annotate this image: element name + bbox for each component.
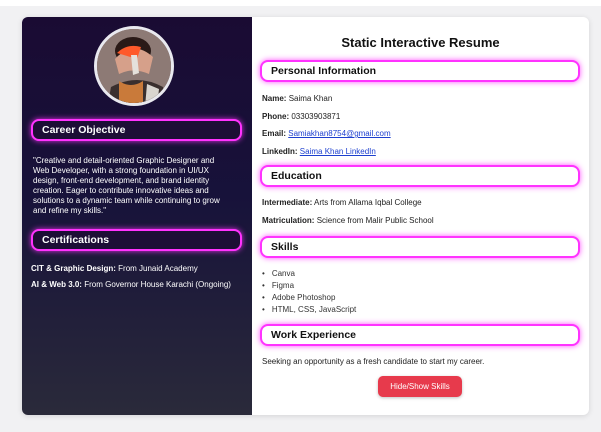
work-experience-text: Seeking an opportunity as a fresh candid… (262, 357, 485, 366)
career-objective-heading: Career Objective (31, 119, 242, 141)
skill-item: Figma (262, 280, 356, 292)
intermediate-row: Intermediate: Arts from Allama Iqbal Col… (262, 198, 422, 207)
intermediate-value: Arts from Allama Iqbal College (314, 198, 422, 207)
skills-list: Canva Figma Adobe Photoshop HTML, CSS, J… (262, 268, 356, 316)
name-value: Saima Khan (288, 94, 333, 103)
name-label: Name: (262, 94, 287, 103)
main-content: Static Interactive Resume Personal Infor… (252, 17, 589, 415)
phone-row: Phone: 03303903871 (262, 112, 340, 121)
skills-heading: Skills (260, 236, 580, 258)
certifications-heading: Certifications (31, 229, 242, 251)
resume-card: Career Objective "Creative and detail-or… (22, 17, 589, 415)
profile-photo-image (97, 29, 171, 103)
career-objective-line: Web Developer, with a strong foundation … (33, 166, 209, 175)
certification-item: AI & Web 3.0: From Governor House Karach… (31, 280, 249, 290)
work-experience-title: Work Experience (271, 329, 357, 341)
career-objective-line: and refine my skills." (33, 206, 107, 215)
hide-show-skills-button[interactable]: Hide/Show Skills (378, 376, 462, 397)
personal-information-heading: Personal Information (260, 60, 580, 82)
phone-value: 03303903871 (291, 112, 341, 121)
email-label: Email: (262, 129, 287, 138)
education-heading: Education (260, 165, 580, 187)
skill-item: Canva (262, 268, 356, 280)
phone-label: Phone: (262, 112, 290, 121)
career-objective-line: design, front-end development, and brand… (33, 176, 210, 185)
certification-label: AI & Web 3.0: (31, 280, 82, 289)
education-title: Education (271, 170, 322, 182)
skill-item: HTML, CSS, JavaScript (262, 304, 356, 316)
career-objective-title: Career Objective (42, 124, 126, 136)
skills-title: Skills (271, 241, 299, 253)
certification-value: From Governor House Karachi (Ongoing) (84, 280, 231, 289)
career-objective-line: solutions to a dynamic team while contin… (33, 196, 220, 205)
page-title: Static Interactive Resume (341, 35, 500, 50)
matriculation-label: Matriculation: (262, 216, 315, 225)
name-row: Name: Saima Khan (262, 94, 332, 103)
sidebar: Career Objective "Creative and detail-or… (22, 17, 252, 415)
profile-avatar (94, 26, 174, 106)
linkedin-link[interactable]: Saima Khan LinkedIn (300, 147, 376, 156)
work-experience-heading: Work Experience (260, 324, 580, 346)
career-objective-text: "Creative and detail-oriented Graphic De… (33, 156, 248, 216)
linkedin-label: LinkedIn: (262, 147, 298, 156)
career-objective-line: "Creative and detail-oriented Graphic De… (33, 156, 215, 165)
intermediate-label: Intermediate: (262, 198, 313, 207)
certifications-title: Certifications (42, 234, 110, 246)
skill-item: Adobe Photoshop (262, 292, 356, 304)
career-objective-line: creation. Eager to contribute innovative… (33, 186, 209, 195)
top-strip (0, 0, 601, 6)
certification-value: From Junaid Academy (118, 264, 198, 273)
personal-information-title: Personal Information (271, 65, 377, 77)
email-link[interactable]: Samiakhan8754@gmail.com (288, 129, 390, 138)
matriculation-value: Science from Malir Public School (316, 216, 434, 225)
email-row: Email: Samiakhan8754@gmail.com (262, 129, 391, 138)
linkedin-row: LinkedIn: Saima Khan LinkedIn (262, 147, 376, 156)
certification-label: CIT & Graphic Design: (31, 264, 116, 273)
matriculation-row: Matriculation: Science from Malir Public… (262, 216, 434, 225)
certification-item: CIT & Graphic Design: From Junaid Academ… (31, 264, 246, 274)
